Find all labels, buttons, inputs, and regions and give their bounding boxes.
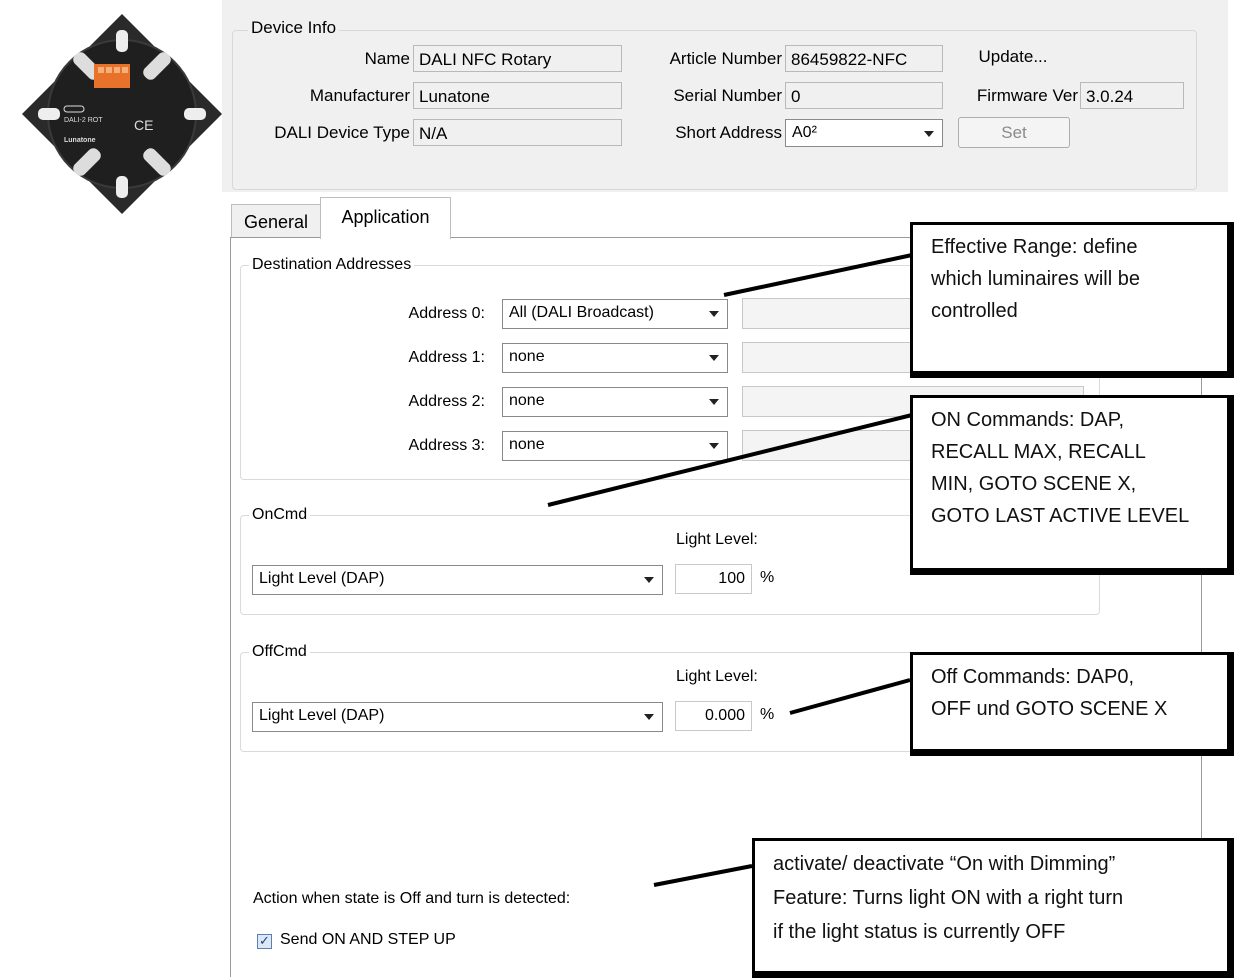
ce-mark: CE (134, 117, 153, 133)
chevron-down-icon (644, 714, 654, 720)
address-2-label: Address 2: (408, 393, 485, 410)
device-model-text: DALI-2 ROT (64, 117, 103, 124)
short-address-select[interactable]: A0² (785, 119, 943, 147)
address-0-select[interactable]: All (DALI Broadcast) (502, 299, 728, 329)
firmware-label: Firmware Ver (976, 86, 1078, 105)
address-3-select[interactable]: none (502, 431, 728, 461)
offcmd-unit: % (760, 706, 775, 723)
callout-line: Off Commands: DAP0, (931, 666, 1135, 688)
callout-line: which luminaires will be (931, 268, 1140, 290)
article-number-label: Article Number (669, 49, 782, 68)
destination-addresses-title: Destination Addresses (249, 256, 415, 274)
update-button[interactable]: Update... (958, 47, 1068, 67)
device-type-label: DALI Device Type (274, 123, 410, 142)
on-commands-callout: ON Commands: DAP, RECALL MAX, RECALL MIN… (910, 395, 1234, 575)
oncmd-command-value: Light Level (DAP) (259, 570, 385, 587)
manufacturer-label: Manufacturer (309, 86, 410, 105)
tab-application[interactable]: Application (320, 197, 451, 239)
callout-line: activate/ deactivate “On with Dimming” (773, 853, 1116, 875)
name-field[interactable]: DALI NFC Rotary (413, 45, 622, 72)
short-address-label: Short Address (675, 123, 782, 142)
offcmd-title: OffCmd (249, 643, 310, 661)
chevron-down-icon (709, 311, 719, 317)
address-2-value: none (509, 392, 545, 409)
oncmd-title: OnCmd (249, 506, 311, 524)
chevron-down-icon (709, 443, 719, 449)
offcmd-light-level-label: Light Level: (676, 668, 758, 685)
callout-line: GOTO LAST ACTIVE LEVEL (931, 505, 1190, 527)
short-address-value: A0² (792, 124, 817, 141)
address-0-value: All (DALI Broadcast) (509, 304, 654, 321)
article-number-field[interactable]: 86459822-NFC (785, 45, 943, 72)
offcmd-light-level-input[interactable]: 0.000 (675, 701, 752, 731)
callout-line: MIN, GOTO SCENE X, (931, 473, 1137, 495)
on-with-dimming-callout: activate/ deactivate “On with Dimming” F… (752, 838, 1234, 978)
device-brand-text: Lunatone (64, 137, 96, 144)
chevron-down-icon (709, 355, 719, 361)
manufacturer-field[interactable]: Lunatone (413, 82, 622, 109)
offcmd-command-select[interactable]: Light Level (DAP) (252, 702, 663, 732)
off-commands-callout: Off Commands: DAP0, OFF und GOTO SCENE X (910, 652, 1234, 756)
effective-range-callout: Effective Range: define which luminaires… (910, 222, 1234, 378)
firmware-field[interactable]: 3.0.24 (1080, 82, 1184, 109)
chevron-down-icon (924, 131, 934, 137)
oncmd-unit: % (760, 569, 775, 586)
address-1-detail-field[interactable] (742, 342, 912, 373)
address-0-label: Address 0: (408, 305, 485, 322)
oncmd-light-level-input[interactable]: 100 (675, 564, 752, 594)
chevron-down-icon (709, 399, 719, 405)
tab-general[interactable]: General (231, 204, 321, 238)
send-on-step-up-label[interactable]: Send ON AND STEP UP (280, 931, 456, 949)
device-info-title: Device Info (248, 18, 340, 38)
callout-line: OFF und GOTO SCENE X (931, 698, 1168, 720)
chevron-down-icon (644, 577, 654, 583)
address-0-detail-field[interactable] (742, 298, 912, 329)
address-3-label: Address 3: (408, 437, 485, 454)
callout-line: Feature: Turns light ON with a right tur… (773, 887, 1124, 909)
serial-number-field[interactable]: 0 (785, 82, 943, 109)
address-1-value: none (509, 348, 545, 365)
callout-line: ON Commands: DAP, (931, 409, 1125, 431)
offcmd-command-value: Light Level (DAP) (259, 707, 385, 724)
set-button[interactable]: Set (958, 117, 1070, 148)
callout-line: if the light status is currently OFF (773, 921, 1066, 943)
send-on-step-up-checkbox[interactable]: ✓ (257, 934, 272, 949)
address-2-select[interactable]: none (502, 387, 728, 417)
oncmd-command-select[interactable]: Light Level (DAP) (252, 565, 663, 595)
device-image: DALI-2 ROT Lunatone CE (22, 14, 222, 214)
device-type-field[interactable]: N/A (413, 119, 622, 146)
callout-line: RECALL MAX, RECALL (931, 441, 1146, 463)
callout-line: Effective Range: define (931, 236, 1138, 258)
address-3-detail-field[interactable] (742, 430, 912, 461)
address-1-label: Address 1: (408, 349, 485, 366)
address-1-select[interactable]: none (502, 343, 728, 373)
address-3-value: none (509, 436, 545, 453)
oncmd-light-level-label: Light Level: (676, 531, 758, 548)
callout-line: controlled (931, 300, 1018, 322)
serial-number-label: Serial Number (673, 86, 782, 105)
turn-action-label: Action when state is Off and turn is det… (253, 890, 571, 907)
name-label: Name (364, 49, 410, 68)
device-body (47, 39, 197, 189)
